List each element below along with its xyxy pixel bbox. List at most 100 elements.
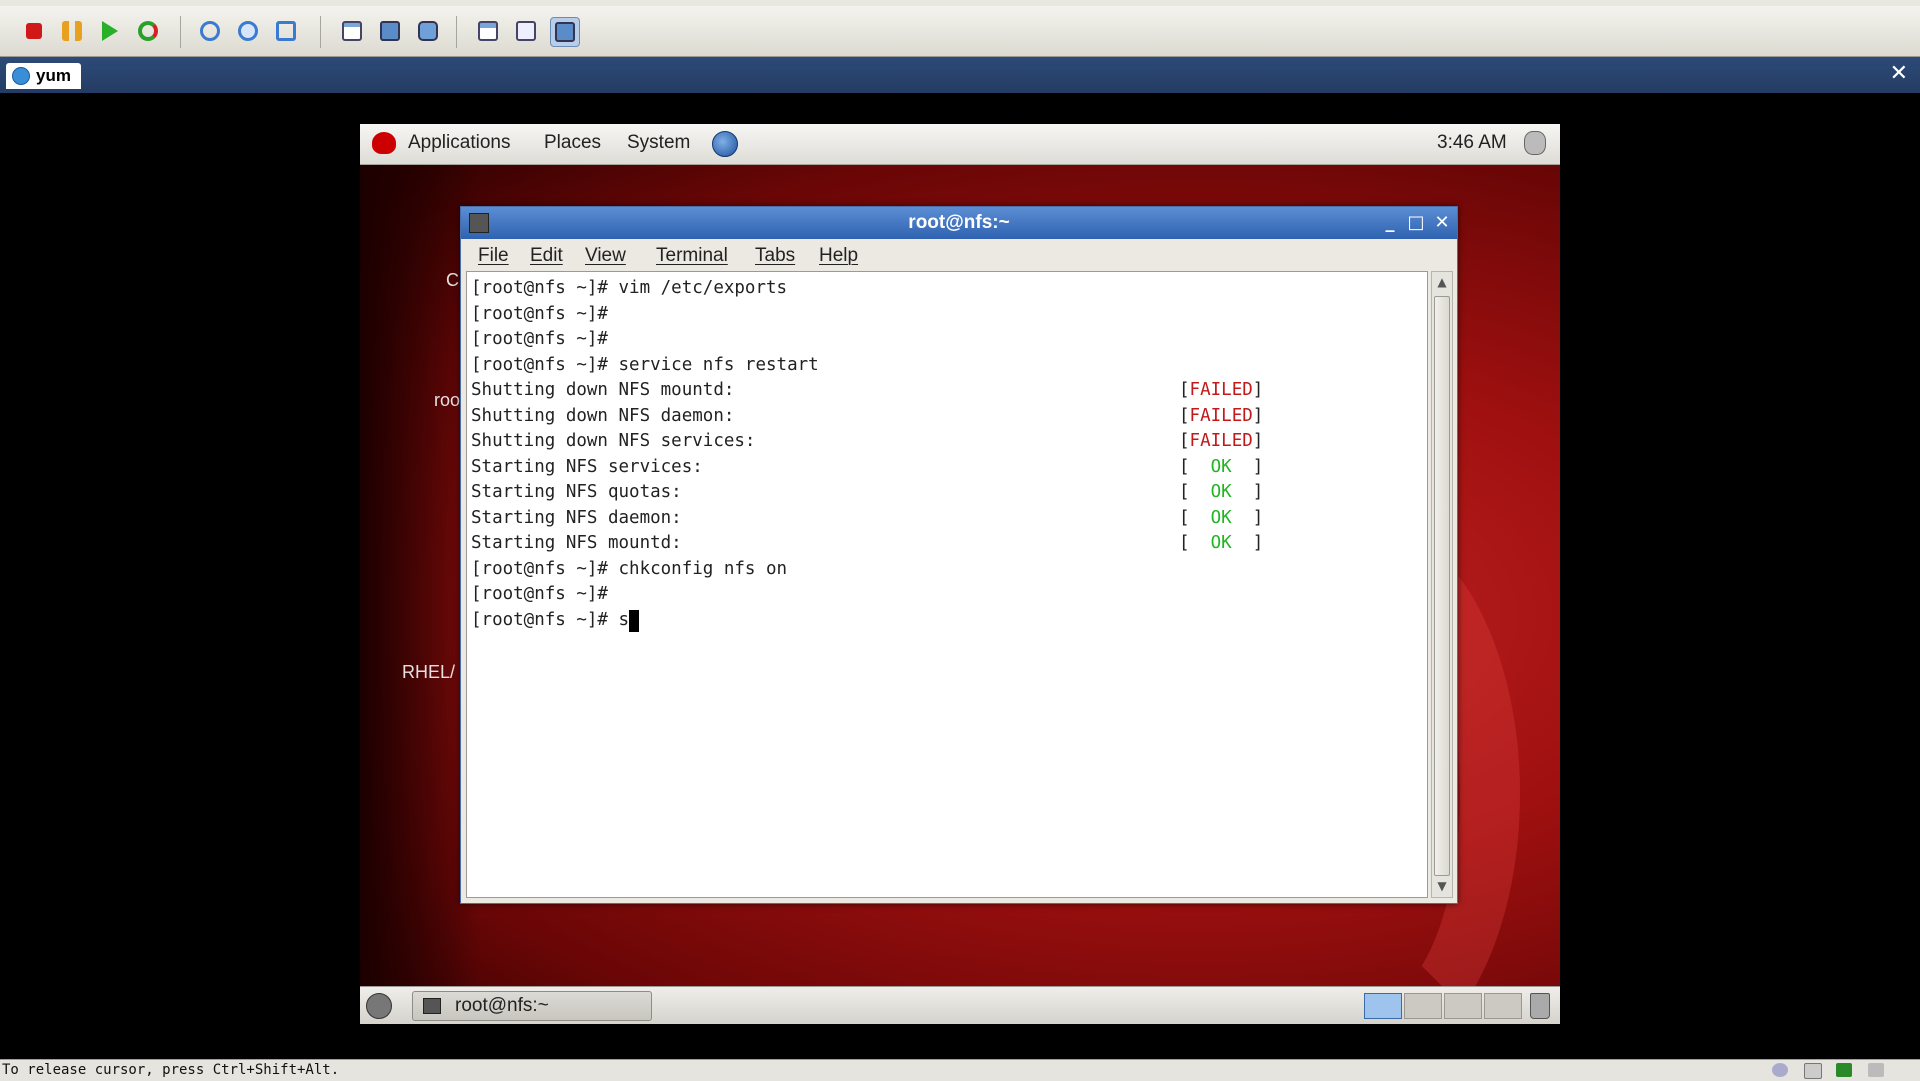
terminal-line-text: Shutting down NFS daemon: bbox=[471, 406, 734, 426]
taskbar-terminal-button[interactable]: root@nfs:~ bbox=[412, 991, 652, 1021]
status-failed: [FAILED] bbox=[1179, 378, 1263, 404]
menu-edit[interactable]: Edit bbox=[530, 245, 563, 267]
terminal-scrollbar[interactable]: ▲ ▼ bbox=[1431, 271, 1453, 898]
console-view-icon[interactable] bbox=[474, 17, 502, 45]
terminal-line-text: Starting NFS daemon: bbox=[471, 508, 682, 528]
snapshot-icon[interactable] bbox=[196, 17, 224, 45]
volume-icon[interactable] bbox=[1524, 131, 1546, 155]
taskbar-label: root@nfs:~ bbox=[455, 995, 549, 1017]
status-failed: [FAILED] bbox=[1179, 404, 1263, 430]
close-button[interactable]: ✕ bbox=[1431, 212, 1453, 234]
menu-terminal[interactable]: Terminal bbox=[656, 245, 728, 267]
terminal-line-text: [root@nfs ~]# s bbox=[471, 610, 629, 630]
terminal-titlebar[interactable]: root@nfs:~ _ □ ✕ bbox=[461, 207, 1457, 239]
terminal-line-text: Starting NFS quotas: bbox=[471, 482, 682, 502]
reset-icon[interactable] bbox=[134, 17, 162, 45]
snapshot-manager-icon[interactable] bbox=[272, 17, 300, 45]
terminal-line: [root@nfs ~]# bbox=[471, 582, 819, 608]
status-failed: [FAILED] bbox=[1179, 429, 1263, 455]
terminal-line-text: [root@nfs ~]# vim /etc/exports bbox=[471, 278, 787, 298]
terminal-line: Starting NFS services:[ OK ] bbox=[471, 455, 819, 481]
menu-applications[interactable]: Applications bbox=[408, 132, 510, 154]
terminal-line: Shutting down NFS services:[FAILED] bbox=[471, 429, 819, 455]
terminal-lines: [root@nfs ~]# vim /etc/exports [root@nfs … bbox=[471, 276, 819, 633]
menu-file[interactable]: File bbox=[478, 245, 509, 267]
terminal-output[interactable]: [root@nfs ~]# vim /etc/exports [root@nfs … bbox=[466, 271, 1428, 898]
vm-tab-bar: yum ✕ bbox=[0, 57, 1920, 93]
terminal-task-icon bbox=[423, 998, 441, 1014]
terminal-line-text: [root@nfs ~]# chkconfig nfs on bbox=[471, 559, 787, 579]
terminal-line-text: [root@nfs ~]# service nfs restart bbox=[471, 355, 819, 375]
unity-icon[interactable] bbox=[414, 17, 442, 45]
terminal-line: Starting NFS mountd:[ OK ] bbox=[471, 531, 819, 557]
scroll-down-arrow-icon[interactable]: ▼ bbox=[1434, 878, 1450, 894]
terminal-line: [root@nfs ~]# s bbox=[471, 608, 819, 634]
close-tab-icon[interactable]: ✕ bbox=[1890, 61, 1908, 86]
workspace-4[interactable] bbox=[1484, 993, 1522, 1019]
text-cursor bbox=[629, 610, 639, 632]
desktop-icon-label[interactable]: C bbox=[446, 270, 459, 291]
usb-status-icon[interactable] bbox=[1868, 1063, 1884, 1077]
host-status-bar: To release cursor, press Ctrl+Shift+Alt. bbox=[0, 1059, 1920, 1081]
show-desktop-icon[interactable] bbox=[366, 993, 392, 1019]
pause-icon[interactable] bbox=[58, 17, 86, 45]
thumbnail-view-icon[interactable] bbox=[512, 17, 540, 45]
desktop-icon-label[interactable]: roo bbox=[434, 390, 460, 411]
scroll-up-arrow-icon[interactable]: ▲ bbox=[1434, 274, 1450, 290]
web-browser-icon[interactable] bbox=[712, 131, 738, 157]
terminal-line: [root@nfs ~]# service nfs restart bbox=[471, 353, 819, 379]
vm-tab-label: yum bbox=[36, 66, 71, 85]
guest-screen[interactable]: C roo RHEL/ Applications Places System 3… bbox=[360, 124, 1560, 1024]
terminal-line-text: [root@nfs ~]# bbox=[471, 304, 608, 324]
terminal-menubar: File Edit View Terminal Tabs Help bbox=[461, 239, 1457, 271]
workspace-1[interactable] bbox=[1364, 993, 1402, 1019]
device-status-icon[interactable] bbox=[1836, 1063, 1852, 1077]
maximize-button[interactable]: □ bbox=[1405, 212, 1427, 234]
terminal-window: root@nfs:~ _ □ ✕ File Edit View Terminal… bbox=[460, 206, 1458, 904]
summary-view-icon[interactable] bbox=[550, 17, 580, 47]
terminal-line-text: Shutting down NFS services: bbox=[471, 431, 755, 451]
play-icon[interactable] bbox=[96, 17, 124, 45]
workspace-3[interactable] bbox=[1444, 993, 1482, 1019]
vm-icon bbox=[12, 67, 30, 85]
terminal-line: [root@nfs ~]# bbox=[471, 302, 819, 328]
terminal-line: Starting NFS daemon:[ OK ] bbox=[471, 506, 819, 532]
terminal-line-text: Shutting down NFS mountd: bbox=[471, 380, 734, 400]
quick-switch-icon[interactable] bbox=[338, 17, 366, 45]
harddisk-status-icon[interactable] bbox=[1804, 1063, 1822, 1079]
desktop-icon-label[interactable]: RHEL/ bbox=[402, 662, 455, 683]
host-toolbar bbox=[0, 6, 1920, 57]
status-ok: [ OK ] bbox=[1179, 480, 1263, 506]
revert-snapshot-icon[interactable] bbox=[234, 17, 262, 45]
workspace-2[interactable] bbox=[1404, 993, 1442, 1019]
menu-help[interactable]: Help bbox=[819, 245, 858, 267]
terminal-title: root@nfs:~ bbox=[461, 212, 1457, 234]
minimize-button[interactable]: _ bbox=[1379, 212, 1401, 234]
terminal-line: Shutting down NFS mountd:[FAILED] bbox=[471, 378, 819, 404]
menu-system[interactable]: System bbox=[627, 132, 690, 154]
terminal-line-text: [root@nfs ~]# bbox=[471, 584, 608, 604]
terminal-line: Shutting down NFS daemon:[FAILED] bbox=[471, 404, 819, 430]
terminal-line: [root@nfs ~]# chkconfig nfs on bbox=[471, 557, 819, 583]
terminal-line: [root@nfs ~]# vim /etc/exports bbox=[471, 276, 819, 302]
gnome-top-panel: Applications Places System 3:46 AM bbox=[360, 124, 1560, 165]
fullscreen-icon[interactable] bbox=[376, 17, 404, 45]
gnome-bottom-panel: root@nfs:~ bbox=[360, 986, 1560, 1024]
menu-places[interactable]: Places bbox=[544, 132, 601, 154]
scrollbar-thumb[interactable] bbox=[1434, 296, 1450, 876]
terminal-line-text: [root@nfs ~]# bbox=[471, 329, 608, 349]
network-status-icon[interactable] bbox=[1772, 1063, 1788, 1077]
terminal-line-text: Starting NFS services: bbox=[471, 457, 703, 477]
terminal-line: Starting NFS quotas:[ OK ] bbox=[471, 480, 819, 506]
menu-view[interactable]: View bbox=[585, 245, 626, 267]
trash-icon[interactable] bbox=[1530, 993, 1550, 1019]
status-message: To release cursor, press Ctrl+Shift+Alt. bbox=[2, 1062, 339, 1078]
redhat-logo-icon[interactable] bbox=[372, 132, 396, 154]
stop-icon[interactable] bbox=[20, 17, 48, 45]
panel-clock[interactable]: 3:46 AM bbox=[1437, 132, 1507, 154]
terminal-line-text: Starting NFS mountd: bbox=[471, 533, 682, 553]
vm-tab-yum[interactable]: yum bbox=[6, 63, 81, 89]
menu-tabs[interactable]: Tabs bbox=[755, 245, 795, 267]
terminal-line: [root@nfs ~]# bbox=[471, 327, 819, 353]
status-ok: [ OK ] bbox=[1179, 455, 1263, 481]
